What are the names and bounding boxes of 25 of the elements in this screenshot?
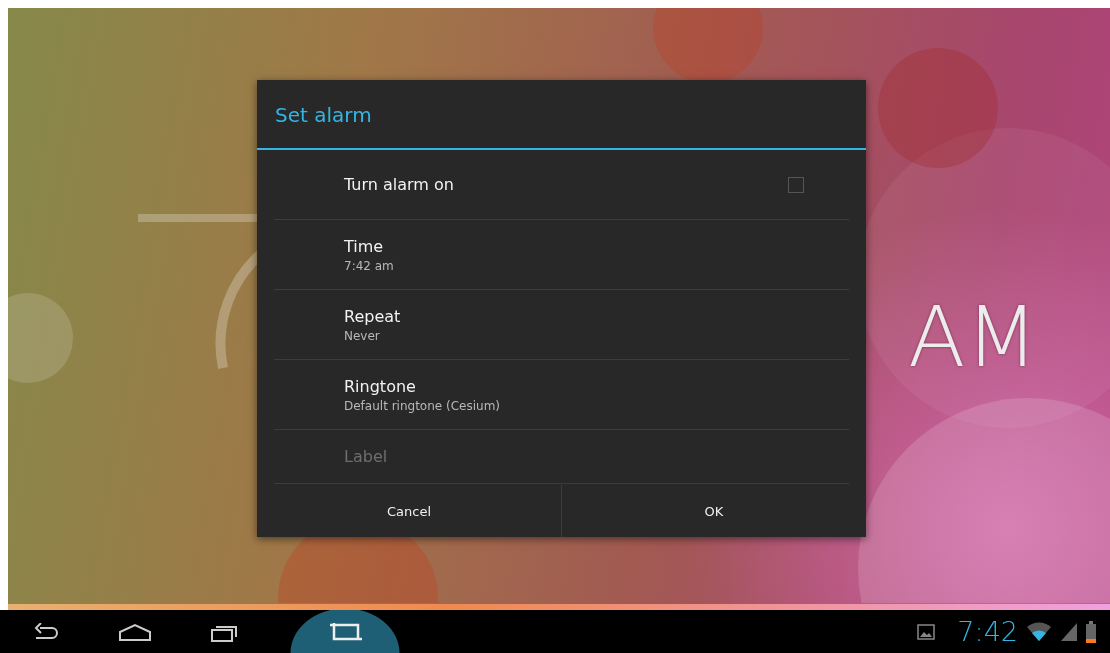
checkbox[interactable]: [788, 176, 804, 193]
settings-row[interactable]: Ringtone Default ringtone (Cesium): [274, 360, 849, 430]
settings-row[interactable]: Turn alarm on: [274, 150, 849, 220]
clock-text: AM: [908, 288, 1038, 386]
row-title: Repeat: [344, 306, 402, 326]
picture-icon: [917, 623, 936, 640]
battery-icon: [1086, 620, 1096, 643]
row-title: Turn alarm on: [344, 175, 455, 194]
row-value: Never: [344, 328, 381, 343]
row-value: 7:42 am: [344, 258, 395, 273]
settings-row[interactable]: Time 7:42 am: [274, 220, 849, 290]
back-arrow-icon: [32, 622, 58, 641]
cancel-button[interactable]: Cancel: [257, 485, 561, 537]
signal-icon: [1060, 621, 1078, 642]
crop-icon: [328, 620, 362, 643]
settings-row[interactable]: Repeat Never: [274, 290, 849, 360]
ok-button[interactable]: OK: [561, 485, 866, 537]
home-icon: [118, 622, 152, 641]
status-time: 7:42: [957, 616, 1018, 647]
dialog-title: Set alarm: [274, 102, 373, 129]
row-value: Default ringtone (Cesium): [344, 398, 501, 413]
row-title: Time: [344, 236, 385, 256]
row-title: Label: [344, 447, 389, 466]
wifi-icon: [1026, 621, 1052, 642]
row-title: Ringtone: [344, 376, 417, 396]
